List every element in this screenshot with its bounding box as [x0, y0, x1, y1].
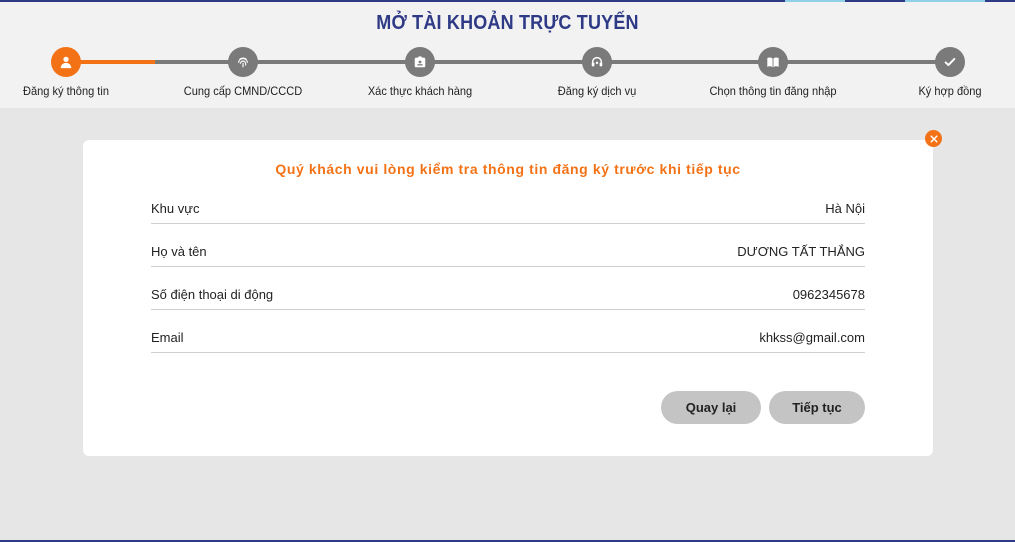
check-icon: [944, 57, 956, 67]
field-row-email: Email khkss@gmail.com: [151, 326, 865, 353]
field-label: Số điện thoại di động: [151, 287, 274, 302]
step-5-circle[interactable]: [758, 47, 788, 77]
step-1-label: Đăng ký thông tin: [23, 84, 109, 98]
field-row-phone: Số điện thoại di động 0962345678: [151, 283, 865, 310]
field-label: Họ và tên: [151, 244, 207, 259]
book-icon: [767, 57, 779, 68]
user-icon: [60, 56, 72, 69]
field-row-name: Họ và tên DƯƠNG TẤT THẮNG: [151, 240, 865, 267]
card-title: Quý khách vui lòng kiểm tra thông tin đă…: [275, 161, 741, 177]
fingerprint-icon: [238, 57, 248, 68]
review-card: Quý khách vui lòng kiểm tra thông tin đă…: [83, 140, 933, 456]
step-3-label: Xác thực khách hàng: [367, 84, 473, 98]
step-6-label: Ký hợp đồng: [918, 84, 982, 98]
progress-line: [155, 60, 950, 64]
close-icon: [929, 134, 938, 143]
field-row-region: Khu vực Hà Nội: [151, 197, 865, 224]
field-value: DƯƠNG TẤT THẮNG: [737, 244, 865, 259]
step-4-label: Đăng ký dịch vụ: [557, 84, 637, 98]
headset-icon: [591, 56, 603, 67]
step-2-circle[interactable]: [228, 47, 258, 77]
back-button[interactable]: Quay lại: [661, 391, 761, 424]
header: MỞ TÀI KHOẢN TRỰC TUYẾN Đăng ký thông ti…: [0, 2, 1015, 108]
step-5-label: Chọn thông tin đăng nhập: [709, 84, 837, 98]
field-value: Hà Nội: [825, 201, 865, 216]
field-value: 0962345678: [792, 287, 865, 302]
step-2-label: Cung cấp CMND/CCCD: [183, 84, 303, 98]
field-label: Khu vực: [151, 201, 200, 216]
step-6-circle[interactable]: [935, 47, 965, 77]
id-card-icon: [414, 56, 426, 68]
close-button[interactable]: [925, 130, 942, 147]
page-title: MỞ TÀI KHOẢN TRỰC TUYẾN: [376, 12, 639, 34]
continue-button[interactable]: Tiếp tục: [769, 391, 865, 424]
field-value: khkss@gmail.com: [759, 330, 865, 345]
step-4-circle[interactable]: [582, 47, 612, 77]
progress-line-active: [80, 60, 155, 64]
step-3-circle[interactable]: [405, 47, 435, 77]
step-1-circle[interactable]: [51, 47, 81, 77]
field-label: Email: [151, 330, 184, 345]
